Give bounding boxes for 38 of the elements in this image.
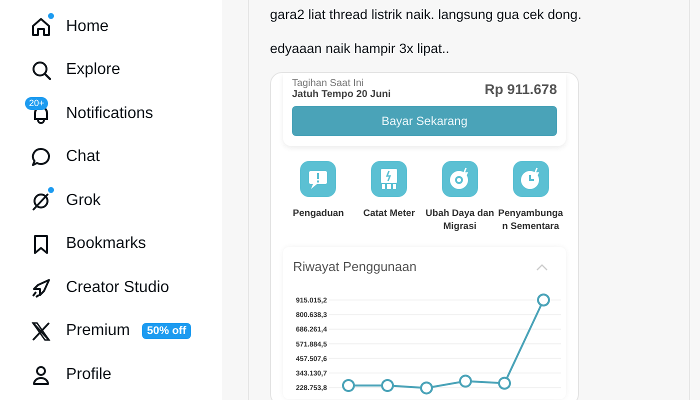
clock-icon[interactable] xyxy=(512,161,549,197)
power-change-icon[interactable] xyxy=(442,161,478,197)
card-title: Riwayat Penggunaan xyxy=(293,259,417,274)
post-text: gara2 liat thread listrik naik. langsung gua cek dong. xyxy=(270,6,582,24)
search-icon xyxy=(30,59,52,82)
home-icon xyxy=(30,16,52,38)
due-date: Jatuh Tempo 20 Juni xyxy=(292,89,391,100)
complaint-icon[interactable] xyxy=(300,161,336,197)
x-logo-icon xyxy=(30,320,52,342)
nav-item[interactable]: Creator Studio xyxy=(24,266,170,310)
count-badge: 20+ xyxy=(25,96,48,110)
nav-item[interactable]: Home xyxy=(24,5,109,48)
discount-badge: 50% off xyxy=(142,323,192,340)
nav-item[interactable]: 20+ Notifications xyxy=(24,92,154,136)
meter-icon[interactable] xyxy=(371,161,408,197)
menu-label[interactable]: Catat Meter xyxy=(363,207,415,220)
nav-item[interactable]: Chat xyxy=(24,136,100,179)
post-text: edyaaan naik hampir 3x lipat.. xyxy=(270,40,450,58)
bill-amount: Rp 911.678 xyxy=(484,81,557,97)
data-point xyxy=(459,374,472,388)
menu-label[interactable]: Ubah Daya dan Migrasi xyxy=(424,207,496,233)
bill-label: Tagihan Saat Ini xyxy=(292,78,365,89)
nav-item[interactable]: Grok xyxy=(24,179,101,222)
data-point xyxy=(537,294,550,306)
rocket-icon xyxy=(30,276,52,299)
menu-label[interactable]: Pengaduan xyxy=(292,207,344,220)
data-point xyxy=(420,381,433,394)
nav-item[interactable]: Premium xyxy=(24,310,130,353)
person-icon xyxy=(30,364,52,386)
menu-label[interactable]: Penyambunga n Sementara xyxy=(495,207,566,233)
data-point xyxy=(498,376,511,390)
chevron-up-icon[interactable] xyxy=(536,262,548,270)
nav-item[interactable]: Bookmarks xyxy=(24,222,146,266)
data-point xyxy=(381,379,394,392)
nav-item[interactable]: Explore xyxy=(24,48,120,92)
data-point xyxy=(342,379,355,392)
chat-bubble-icon xyxy=(30,146,52,168)
nav-item[interactable]: Profile xyxy=(24,353,112,396)
